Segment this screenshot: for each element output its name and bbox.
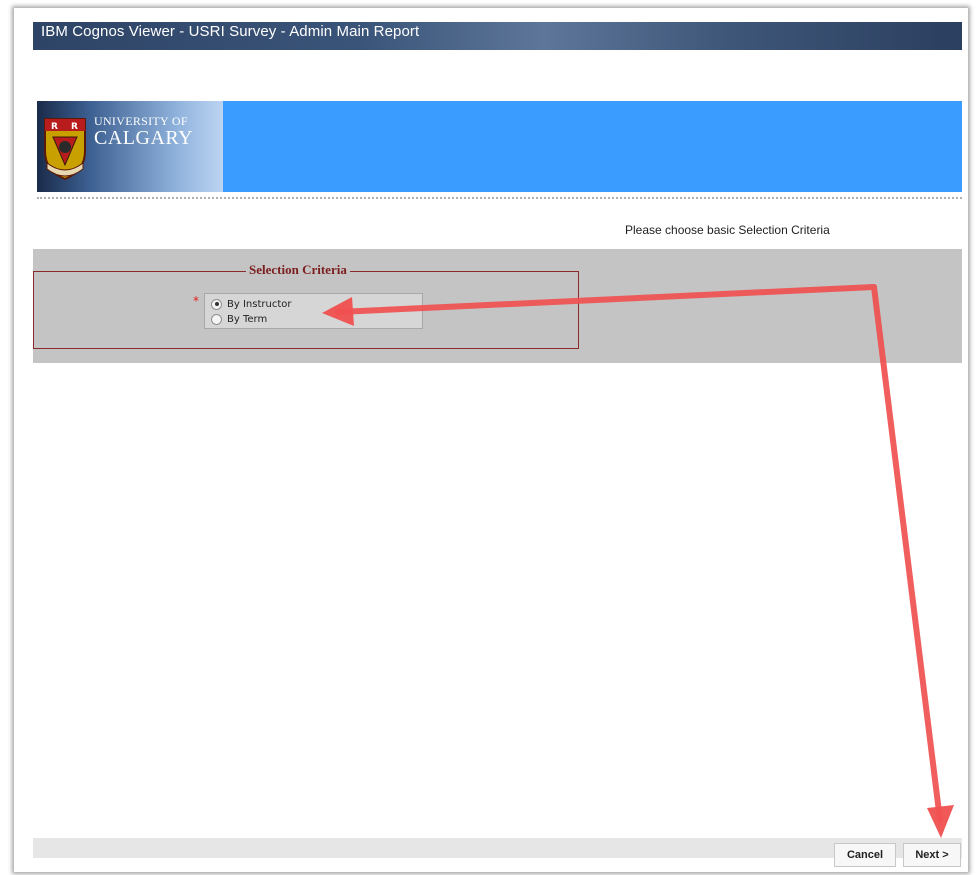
required-marker: * <box>193 294 199 308</box>
selection-criteria-legend: Selection Criteria <box>246 262 350 278</box>
header-banner <box>223 101 962 192</box>
cancel-button[interactable]: Cancel <box>834 843 896 867</box>
svg-text:R: R <box>71 122 78 132</box>
option-label: By Term <box>227 313 268 325</box>
instruction-text: Please choose basic Selection Criteria <box>625 223 830 237</box>
logo-text: UNIVERSITY OF CALGARY <box>94 115 193 148</box>
window-titlebar: IBM Cognos Viewer - USRI Survey - Admin … <box>33 22 962 50</box>
logo-line-2: CALGARY <box>94 127 194 149</box>
radio-checked-icon[interactable] <box>211 298 222 310</box>
logo-line-1: UNIVERSITY OF <box>94 114 188 128</box>
university-logo: R R UNIVERSITY OF CALGARY <box>37 101 223 192</box>
option-label: By Instructor <box>227 298 292 310</box>
banner-divider <box>37 197 962 199</box>
selection-radio-group: By Instructor By Term <box>204 293 423 329</box>
next-button[interactable]: Next > <box>903 843 961 867</box>
radio-unchecked-icon[interactable] <box>211 313 222 325</box>
university-crest-icon: R R <box>44 118 86 181</box>
option-by-term[interactable]: By Term <box>211 312 267 326</box>
option-by-instructor[interactable]: By Instructor <box>211 297 291 311</box>
footer-bar <box>33 838 962 858</box>
svg-text:R: R <box>51 122 58 132</box>
window-title: IBM Cognos Viewer - USRI Survey - Admin … <box>41 23 420 40</box>
